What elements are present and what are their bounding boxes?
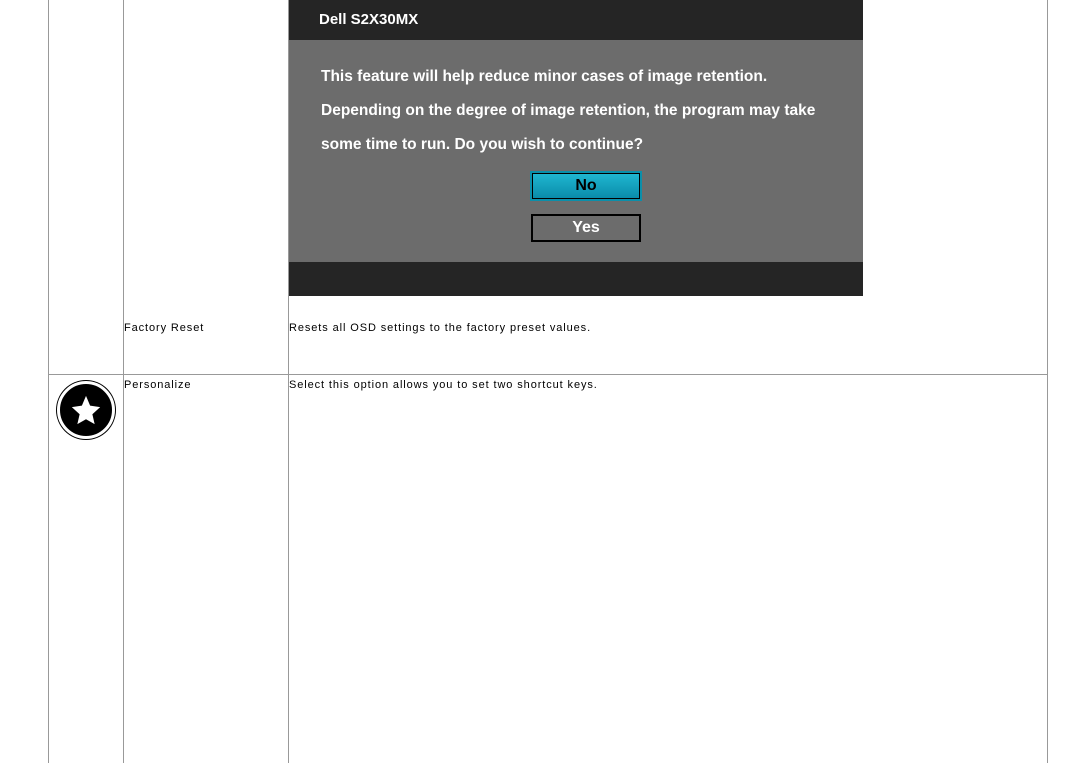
star-icon-wrap [49,375,123,439]
osd-header: Dell S2X30MX [289,0,863,40]
osd-body: This feature will help reduce minor case… [289,40,863,262]
personalize-description: Select this option allows you to set two… [289,379,598,391]
page-container: Dell S2X30MX This feature will help redu… [0,0,1080,763]
osd-footer [289,262,863,296]
personalize-label-cell: Personalize [124,374,289,763]
factory-reset-label: Factory Reset [124,322,204,334]
factory-desc-cell: Resets all OSD settings to the factory p… [289,318,1048,374]
osd-dialog: Dell S2X30MX This feature will help redu… [289,0,863,296]
specification-table: Dell S2X30MX This feature will help redu… [48,0,1048,763]
no-button[interactable]: No [531,172,641,200]
star-svg [69,393,103,427]
osd-title: Dell S2X30MX [319,11,418,28]
personalize-icon-cell [49,374,124,763]
osd-button-group: No Yes [321,166,851,252]
osd-message: This feature will help reduce minor case… [321,60,851,162]
star-icon [57,381,115,439]
personalize-label: Personalize [124,379,191,391]
label-cell-empty [124,0,289,318]
yes-button[interactable]: Yes [531,214,641,242]
icon-cell-empty [49,0,124,318]
factory-reset-row: Factory Reset Resets all OSD settings to… [49,318,1048,374]
factory-label-cell: Factory Reset [124,318,289,374]
factory-icon-cell [49,318,124,374]
personalize-desc-cell: Select this option allows you to set two… [289,374,1048,763]
osd-dialog-row: Dell S2X30MX This feature will help redu… [49,0,1048,318]
personalize-row: Personalize Select this option allows yo… [49,374,1048,763]
factory-reset-description: Resets all OSD settings to the factory p… [289,322,591,334]
osd-dialog-cell: Dell S2X30MX This feature will help redu… [289,0,1048,318]
